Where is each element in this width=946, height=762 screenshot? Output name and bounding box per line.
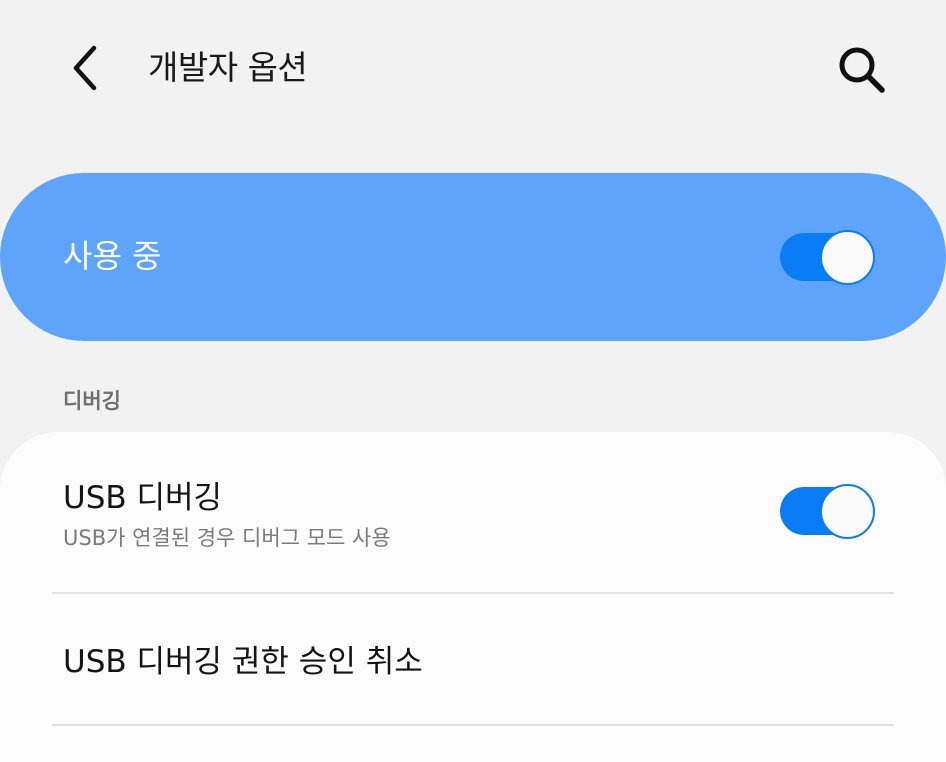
toggle-thumb [820,484,875,539]
search-button[interactable] [832,40,892,100]
list-item-revoke-usb-debugging[interactable]: USB 디버깅 권한 승인 취소 [0,594,946,724]
master-switch-label: 사용 중 [63,237,162,275]
master-switch-bar[interactable]: 사용 중 [0,173,946,341]
app-bar: 개발자 옵션 [0,0,946,140]
page-title: 개발자 옵션 [148,48,308,87]
back-button[interactable] [58,40,114,96]
list-item-title: USB 디버깅 권한 승인 취소 [63,644,423,680]
chevron-left-icon [73,45,97,91]
divider [52,724,894,726]
debugging-settings-card: USB 디버깅 USB가 연결된 경우 디버그 모드 사용 USB 디버깅 권한… [0,432,946,762]
section-header-debugging: 디버깅 [63,389,121,413]
toggle-thumb [820,230,875,285]
list-item-usb-debugging[interactable]: USB 디버깅 USB가 연결된 경우 디버그 모드 사용 [0,432,946,594]
search-icon [839,47,885,93]
usb-debugging-toggle[interactable] [780,484,876,539]
list-item-title: USB 디버깅 [63,480,223,516]
list-item-subtitle: USB가 연결된 경우 디버그 모드 사용 [63,526,391,550]
master-switch-toggle[interactable] [780,230,876,285]
